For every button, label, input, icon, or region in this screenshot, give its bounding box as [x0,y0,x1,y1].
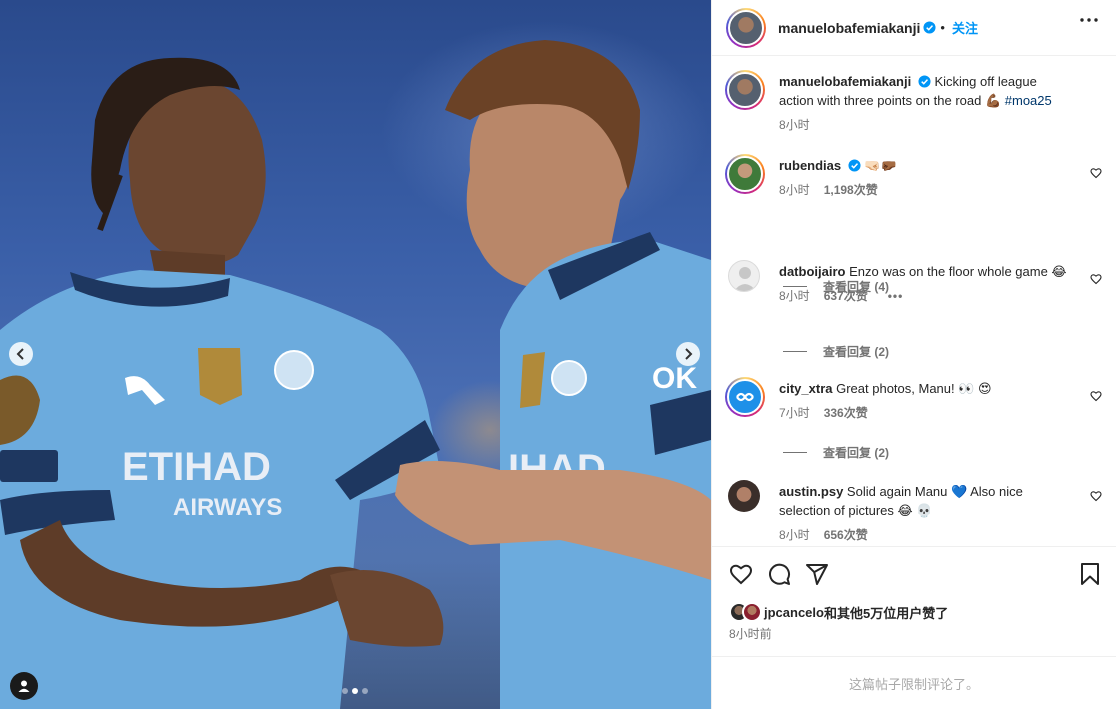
chevron-left-icon [16,348,26,360]
author-avatar[interactable] [726,7,766,48]
comment-time: 8小时 [779,183,810,197]
comment-time: 8小时 [779,289,810,303]
chevron-right-icon [683,348,693,360]
comment-text: Enzo was on the floor whole game 😂 [849,264,1067,279]
more-options-icon[interactable] [1080,18,1098,22]
liked-by[interactable]: jpcancelo 和其他5万位用户赞了 [729,602,948,622]
view-replies-button[interactable]: 查看回复 (2) [783,343,889,360]
commenter-avatar[interactable] [728,260,760,292]
comment-likes[interactable]: 637次赞 [824,287,868,306]
liked-by-user[interactable]: jpcancelo [764,605,824,620]
next-slide-button[interactable] [676,342,700,366]
commenter-avatar[interactable] [728,480,760,512]
post-panel: manuelobafemiakanji • 关注 manuelobafemiak… [711,0,1116,709]
caption-username[interactable]: manuelobafemiakanji [779,74,911,89]
comment-item: datboijairo Enzo was on the floor whole … [726,260,1116,360]
view-replies-button[interactable]: 查看回复 (2) [783,444,889,461]
comment-text: Great photos, Manu! 👀 😍 [836,381,992,396]
caption-time: 8小时 [779,118,810,132]
commenter-username[interactable]: austin.psy [779,484,843,499]
comment-time: 8小时 [779,528,810,542]
comment-likes[interactable]: 656次赞 [824,526,868,545]
verified-icon [923,21,936,34]
comment-likes[interactable]: 336次赞 [824,404,868,423]
commenter-avatar[interactable] [725,154,765,194]
liked-by-rest[interactable]: 和其他5万位用户赞了 [824,603,948,622]
post-photo: IHAD OK ETIHAD AIRWAYS [0,40,711,709]
caption-hashtag[interactable]: #moa25 [1005,93,1052,108]
user-tag-button[interactable] [10,672,38,700]
comment-likes[interactable]: 1,198次赞 [824,181,878,200]
verified-icon [848,159,861,172]
commenter-username[interactable]: datboijairo [779,264,845,279]
comment-like-icon[interactable] [1090,390,1102,402]
comment-text: 🤜🏻🤛🏾 [864,158,897,173]
comment-more-icon[interactable]: ••• [888,287,904,306]
share-icon[interactable] [805,562,829,586]
comment-item: rubendias 🤜🏻🤛🏾 8小时 1,198次赞 查看回复 (4) [725,154,1116,294]
comment-icon[interactable] [767,562,791,586]
save-icon[interactable] [1079,562,1101,586]
verified-icon [918,75,931,88]
slide-dot [362,688,368,694]
post-header: manuelobafemiakanji • 关注 [712,0,1116,56]
comment-like-icon[interactable] [1090,167,1102,179]
comments-limited-notice: 这篇帖子限制评论了。 [712,656,1116,709]
previous-slide-button[interactable] [9,342,33,366]
comments-list[interactable]: manuelobafemiakanji Kicking off league a… [712,57,1116,546]
comment-item: austin.psy Solid again Manu 💙 Also nice … [726,480,1116,546]
commenter-username[interactable]: rubendias [779,158,841,173]
slide-dot-active [352,688,358,694]
comment-item: city_xtra Great photos, Manu! 👀 😍 7小时 33… [725,377,1116,467]
slide-indicator [342,688,368,694]
follow-button[interactable]: 关注 [952,18,978,37]
post-timestamp: 8小时前 [729,627,772,641]
commenter-username[interactable]: city_xtra [779,381,832,396]
svg-text:ETIHAD: ETIHAD [122,445,271,489]
svg-text:AIRWAYS: AIRWAYS [173,494,282,521]
svg-text:OK: OK [652,362,697,395]
post-media[interactable]: IHAD OK ETIHAD AIRWAYS [0,0,711,709]
post-actions: jpcancelo 和其他5万位用户赞了 8小时前 [712,546,1116,656]
commenter-avatar[interactable] [725,377,765,417]
slide-dot [342,688,348,694]
comment-like-icon[interactable] [1090,490,1102,502]
comment-time: 7小时 [779,406,810,420]
author-username[interactable]: manuelobafemiakanji [778,20,920,36]
author-avatar[interactable] [725,70,765,110]
comment-like-icon[interactable] [1090,273,1102,285]
liker-avatar [742,602,762,622]
like-icon[interactable] [729,562,753,586]
user-tag-icon [17,679,31,693]
